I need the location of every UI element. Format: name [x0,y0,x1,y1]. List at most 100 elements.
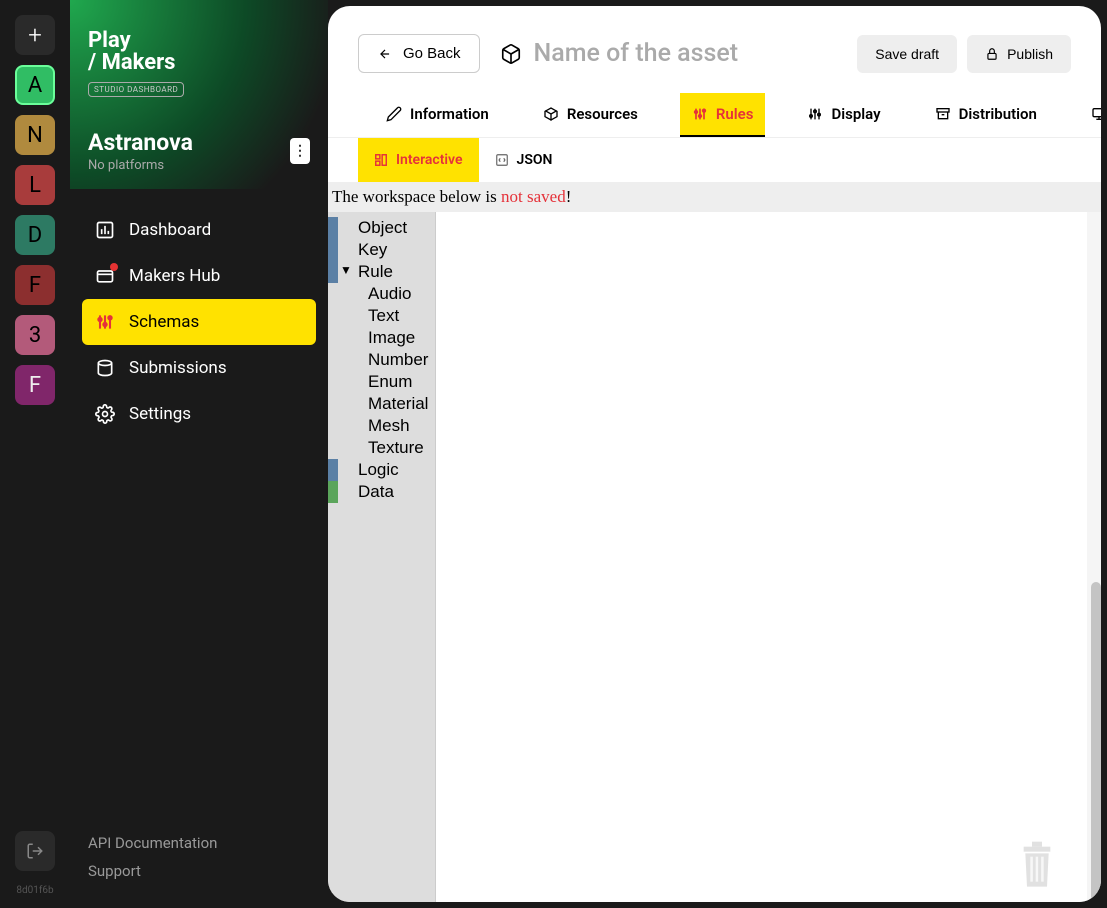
workspace-wrap: The workspace below is not saved! Object… [328,182,1101,902]
tab-label: Display [831,105,880,123]
save-draft-label: Save draft [875,46,939,62]
edit-icon [386,106,402,122]
toolbox-sub-mesh[interactable]: Mesh [328,415,435,437]
save-draft-button[interactable]: Save draft [857,35,957,73]
blockly-toolbox: Object Key Rule Audio Text Image Number … [328,212,436,902]
banner-suffix: ! [566,187,572,206]
rail-project-l[interactable]: L [15,165,55,205]
publish-button[interactable]: Publish [967,35,1071,73]
sidebar: Play / Makers STUDIO DASHBOARD Astranova… [70,0,328,908]
sidebar-footer: API Documentation Support [70,816,328,908]
subtab-label: JSON [517,152,553,168]
cube-icon [500,43,522,65]
tab-label: Information [410,105,489,123]
nav-item-label: Submissions [129,358,227,378]
sliders-icon [692,106,708,122]
archive-icon [935,106,951,122]
nav-settings[interactable]: Settings [82,391,316,437]
tab-label: Distribution [959,105,1037,123]
tab-information[interactable]: Information [374,93,501,137]
tab-label: Rules [716,105,754,123]
submissions-icon [95,358,115,378]
sub-tabs: Interactive JSON [328,138,1101,182]
subtab-label: Interactive [396,152,463,168]
banner-prefix: The workspace below is [332,187,501,206]
sidebar-header: Play / Makers STUDIO DASHBOARD Astranova… [70,0,328,189]
notification-dot [110,263,118,271]
subtab-json[interactable]: JSON [479,138,569,182]
nav-item-label: Dashboard [129,220,211,240]
rail-add-button[interactable]: + [15,15,55,55]
nav-item-label: Settings [129,404,191,424]
toolbox-cat-logic[interactable]: Logic [328,459,435,481]
sliders2-icon [807,106,823,122]
rail-project-f1[interactable]: F [15,265,55,305]
nav-submissions[interactable]: Submissions [82,345,316,391]
project-subtitle: No platforms [88,158,193,173]
banner-status: not saved [501,187,566,206]
toolbox-cat-object[interactable]: Object [328,217,435,239]
go-back-label: Go Back [403,45,461,62]
asset-title-field[interactable]: Name of the asset [500,39,838,68]
nav-item-label: Makers Hub [129,266,220,286]
project-name: Astranova [88,129,193,156]
settings-icon [95,404,115,424]
go-back-button[interactable]: Go Back [358,34,480,73]
workspace-banner: The workspace below is not saved! [328,182,1101,212]
schemas-icon [95,312,115,332]
icon-rail: + A N L D F 3 F 8d01f6b [0,0,70,908]
toolbox-sub-texture[interactable]: Texture [328,437,435,459]
subtab-interactive[interactable]: Interactive [358,138,479,182]
nav-makers-hub[interactable]: Makers Hub [82,253,316,299]
scroll-thumb[interactable] [1091,582,1101,902]
toolbox-sub-image[interactable]: Image [328,327,435,349]
tab-rules[interactable]: Rules [680,93,766,137]
rail-project-f2[interactable]: F [15,365,55,405]
vertical-scrollbar[interactable] [1087,212,1101,902]
tab-preview[interactable]: Preview [1079,93,1101,137]
code-icon [495,153,509,167]
rail-project-d[interactable]: D [15,215,55,255]
sidebar-nav: Dashboard Makers Hub Schemas Submissions [70,189,328,816]
main-header: Go Back Name of the asset Save draft Pub… [328,6,1101,73]
rail-project-a[interactable]: A [15,65,55,105]
toolbox-sub-number[interactable]: Number [328,349,435,371]
asset-name-placeholder: Name of the asset [534,39,739,68]
project-menu-button[interactable]: ⋮ [290,138,310,164]
layout-icon [374,153,388,167]
blockly-canvas[interactable] [436,212,1087,902]
nav-schemas[interactable]: Schemas [82,299,316,345]
support-link[interactable]: Support [88,862,310,880]
build-hash: 8d01f6b [16,885,53,896]
rail-project-n[interactable]: N [15,115,55,155]
main-tabs: Information Resources Rules Display Dist… [328,73,1101,138]
cube-icon [543,106,559,122]
trash-icon[interactable] [1017,840,1057,890]
logout-icon [26,842,44,860]
toolbox-sub-audio[interactable]: Audio [328,283,435,305]
toolbox-sub-text[interactable]: Text [328,305,435,327]
logout-button[interactable] [15,831,55,871]
nav-item-label: Schemas [129,312,199,332]
tab-display[interactable]: Display [795,93,892,137]
arrow-left-icon [377,47,393,61]
tab-distribution[interactable]: Distribution [923,93,1049,137]
main-panel: Go Back Name of the asset Save draft Pub… [328,6,1101,902]
publish-label: Publish [1007,46,1053,62]
lock-icon [985,47,999,61]
nav-dashboard[interactable]: Dashboard [82,207,316,253]
brand-line1: Play [88,30,310,52]
toolbox-cat-data[interactable]: Data [328,481,435,503]
dashboard-icon [95,220,115,240]
api-docs-link[interactable]: API Documentation [88,834,310,852]
monitor-icon [1091,106,1101,122]
toolbox-cat-key[interactable]: Key [328,239,435,261]
blockly-workspace: Object Key Rule Audio Text Image Number … [328,212,1101,902]
brand-badge: STUDIO DASHBOARD [88,82,184,97]
tab-resources[interactable]: Resources [531,93,650,137]
toolbox-cat-rule[interactable]: Rule [328,261,435,283]
brand-line2: / Makers [88,52,310,74]
rail-project-3[interactable]: 3 [15,315,55,355]
toolbox-sub-enum[interactable]: Enum [328,371,435,393]
toolbox-sub-material[interactable]: Material [328,393,435,415]
